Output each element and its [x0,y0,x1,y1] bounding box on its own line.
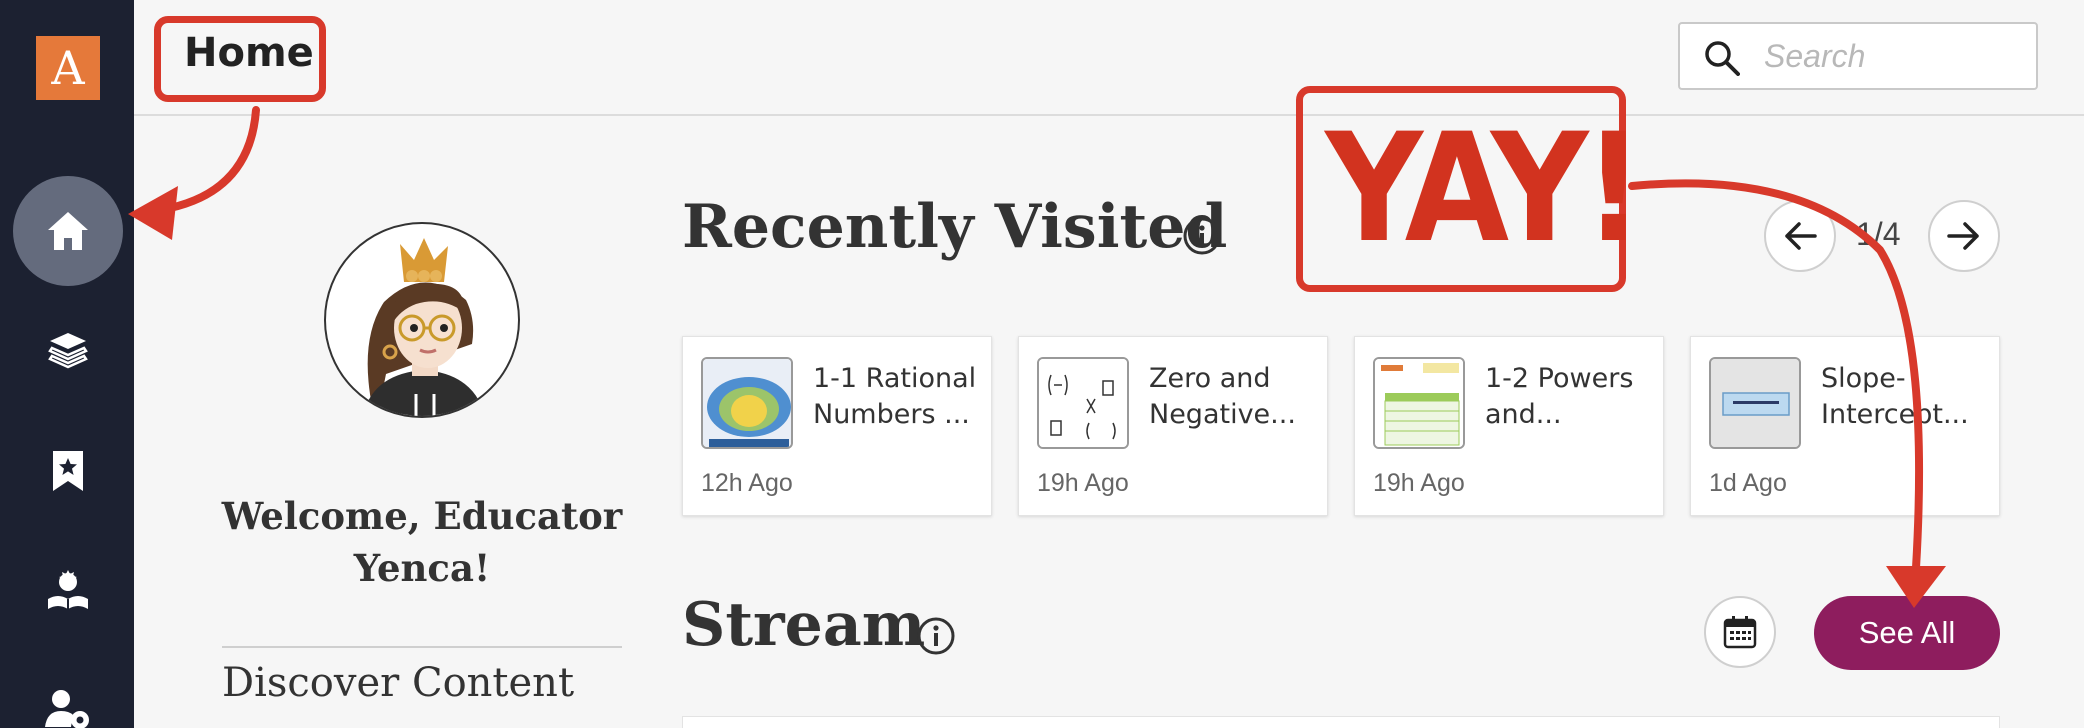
card-time: 19h Ago [1037,469,1129,497]
info-icon[interactable] [1182,216,1222,256]
recent-card[interactable]: Slope- Intercept... 1d Ago [1690,336,2000,516]
app-logo[interactable]: A [36,36,100,100]
search-box[interactable] [1678,22,2038,90]
stream-info-icon[interactable] [916,616,956,656]
bookmark-star-icon [53,451,83,491]
card-title: 1-1 Rational Numbers ... [813,363,977,430]
card-thumbnail [1709,357,1801,449]
arrow-right-icon [1947,222,1979,250]
top-bar: Home [134,0,2084,116]
recent-card[interactable]: Zero and Negative... 19h Ago [1018,336,1328,516]
card-title: Slope- Intercept... [1821,363,1969,430]
next-button[interactable] [1928,200,2000,272]
annotation-arrow-home [166,106,260,212]
calendar-icon [1723,616,1757,649]
card-time: 12h Ago [701,469,793,497]
card-thumbnail [701,357,793,449]
app-window: A Home Search Welcome, Educator Yenca! D… [0,0,2084,728]
card-time: 1d Ago [1709,469,1787,497]
stream-panel [682,716,2000,728]
discover-content-heading[interactable]: Discover Content [222,660,574,706]
welcome-message: Welcome, Educator Yenca! [221,494,623,590]
stream-title: Stream [682,590,926,660]
layers-icon [48,333,88,369]
page-indicator: 1/4 [1856,216,1901,252]
sidebar-item-admin[interactable] [13,654,123,728]
teacher-reading-icon [48,570,88,609]
sidebar: A [0,0,134,728]
card-title: 1-2 Powers and... [1485,363,1634,430]
search-input[interactable] [1764,36,2024,76]
arrow-left-icon [1785,222,1817,250]
divider [222,646,622,648]
recent-card[interactable]: 1-1 Rational Numbers ... 12h Ago [682,336,992,516]
sidebar-item-home[interactable] [13,176,123,286]
home-icon [48,212,88,250]
calendar-button[interactable] [1704,596,1776,668]
card-thumbnail [1373,357,1465,449]
previous-button[interactable] [1764,200,1836,272]
annotation-home-highlight [154,16,326,102]
recent-card[interactable]: 1-2 Powers and... 19h Ago [1354,336,1664,516]
user-gear-icon [45,690,89,728]
annotation-yay-text: YAY! [1325,102,1645,276]
avatar [324,222,520,418]
search-icon [1705,41,1740,76]
card-title: Zero and Negative... [1149,363,1296,430]
annotation-arrowhead-home [128,186,178,240]
sidebar-item-teacher[interactable] [13,536,123,646]
see-all-button[interactable]: See All [1814,596,2000,670]
card-time: 19h Ago [1373,469,1465,497]
recently-visited-title: Recently Visited [682,192,1228,262]
sidebar-item-bookmarks[interactable] [13,416,123,526]
card-thumbnail [1037,357,1129,449]
sidebar-item-library[interactable] [13,296,123,406]
